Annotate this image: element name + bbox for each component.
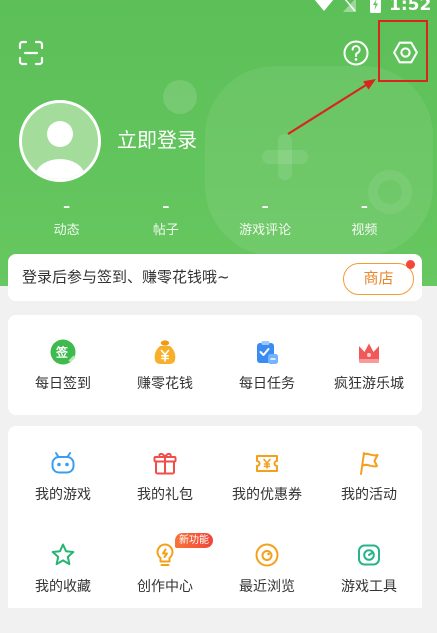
shop-notification-dot (406, 260, 415, 269)
stat-label: 动态 (53, 223, 80, 238)
sign-in-icon: 签 (50, 339, 76, 365)
item-label: 最近浏览 (239, 579, 295, 595)
my-games[interactable]: 我的游戏 (12, 449, 114, 541)
coupon-icon (256, 455, 278, 472)
promo-text: 登录后参与签到、赚零花钱哦~ (22, 268, 230, 286)
game-tools-icon (358, 544, 380, 566)
new-feature-badge: 新功能 (175, 533, 213, 548)
wifi-icon (314, 0, 334, 11)
arrow-head (363, 79, 376, 90)
settings-highlight-box (378, 20, 428, 82)
stat-label: 视频 (351, 223, 378, 238)
battery-charging-icon (370, 0, 381, 13)
shop-button[interactable]: 商店 (343, 263, 414, 295)
creator-center[interactable]: 新功能 创作中心 (114, 533, 216, 633)
my-services-card: 我的游戏 我的礼包 我的优惠券 我的活动 我的收藏 新功能 创作中心 最近浏览 … (8, 426, 422, 608)
quick-action-earn-money[interactable]: 赚零花钱 (114, 338, 216, 430)
stats-row: – 动态 – 帖子 – 游戏评论 – 视频 (17, 198, 414, 246)
avatar[interactable] (19, 100, 101, 182)
my-coupons[interactable]: 我的优惠券 (216, 449, 318, 541)
help-icon[interactable] (342, 39, 370, 67)
decor-logo-shape (163, 80, 197, 114)
scan-icon[interactable] (17, 39, 45, 67)
login-link[interactable]: 立即登录 (117, 127, 197, 153)
default-avatar-icon (35, 121, 85, 179)
my-favorites[interactable]: 我的收藏 (12, 541, 114, 633)
recently-viewed[interactable]: 最近浏览 (216, 541, 318, 633)
my-activities[interactable]: 我的活动 (318, 449, 420, 541)
item-label: 每日签到 (35, 376, 91, 392)
sign-in-icon-text: 签 (55, 344, 69, 359)
quick-action-daily-sign-in[interactable]: 签 每日签到 (12, 338, 114, 430)
stat-threads[interactable]: – 帖子 (116, 198, 215, 246)
quick-action-daily-tasks[interactable]: 每日任务 (216, 338, 318, 430)
arrow-shaft (287, 84, 367, 135)
stat-posts-feed[interactable]: – 动态 (17, 198, 116, 246)
stat-value: – (261, 199, 269, 215)
money-bag-icon (154, 340, 176, 364)
item-label: 疯狂游乐城 (334, 376, 404, 392)
item-label: 每日任务 (239, 376, 295, 392)
item-label: 我的活动 (341, 487, 397, 503)
signal-icon (343, 0, 356, 12)
stat-value: – (63, 199, 71, 215)
item-label: 我的礼包 (137, 487, 193, 503)
item-label: 我的游戏 (35, 487, 91, 503)
item-label: 我的收藏 (35, 579, 91, 595)
stat-label: 帖子 (152, 223, 179, 238)
task-clipboard-icon (257, 341, 278, 364)
my-gift-packs[interactable]: 我的礼包 (114, 449, 216, 541)
annotation-arrow (287, 79, 376, 135)
stat-value: – (360, 199, 368, 215)
item-label: 创作中心 (137, 579, 193, 595)
item-label: 赚零花钱 (137, 376, 193, 392)
stat-game-reviews[interactable]: – 游戏评论 (216, 198, 315, 246)
stat-videos[interactable]: – 视频 (315, 198, 414, 246)
stat-value: – (162, 199, 170, 215)
gift-icon (153, 453, 177, 475)
item-label: 我的优惠券 (232, 487, 302, 503)
game-tools[interactable]: 游戏工具 (318, 541, 420, 633)
quick-actions-card: 签 每日签到 赚零花钱 每日任务 疯狂游乐城 (8, 315, 422, 415)
creator-center-icon-wrap: 新功能 (151, 533, 213, 569)
crown-icon (359, 343, 379, 363)
login-promo-card[interactable]: 登录后参与签到、赚零花钱哦~ 商店 (8, 254, 422, 301)
flag-icon (360, 452, 379, 475)
item-label: 游戏工具 (341, 579, 397, 595)
star-icon (51, 543, 75, 566)
stat-label: 游戏评论 (239, 223, 292, 238)
status-time: 1:52 (389, 0, 432, 15)
quick-action-fun-city[interactable]: 疯狂游乐城 (318, 338, 420, 430)
recent-view-icon (255, 543, 279, 567)
gamepad-icon (51, 452, 75, 474)
